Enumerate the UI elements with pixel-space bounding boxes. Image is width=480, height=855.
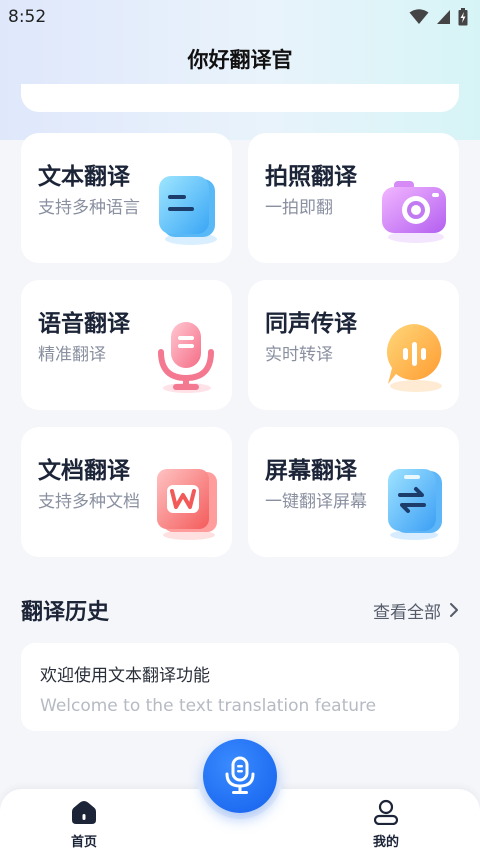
nav-home-label: 首页 — [70, 835, 97, 850]
view-all-label: 查看全部 — [373, 602, 441, 623]
nav-mine[interactable]: 我的 — [364, 799, 408, 850]
banner-card[interactable] — [21, 84, 459, 112]
feature-subtitle: 一拍即翻 — [265, 198, 333, 218]
feature-card-voice-translate[interactable]: 语音翻译 精准翻译 — [21, 280, 232, 410]
nav-mine-label: 我的 — [372, 835, 399, 850]
feature-title: 文本翻译 — [38, 164, 130, 190]
feature-subtitle: 精准翻译 — [38, 345, 106, 365]
feature-subtitle: 支持多种语言 — [38, 198, 140, 218]
feature-title: 语音翻译 — [38, 311, 130, 337]
microphone-icon — [225, 756, 255, 794]
nav-home[interactable]: 首页 — [62, 799, 106, 850]
chevron-right-icon — [450, 603, 458, 617]
feature-subtitle: 一键翻译屏幕 — [265, 492, 367, 512]
feature-subtitle: 支持多种文档 — [38, 492, 140, 512]
user-icon — [373, 799, 399, 825]
view-all-link[interactable]: 查看全部 — [373, 598, 459, 623]
status-time: 8:52 — [8, 7, 47, 27]
microphone-icon — [158, 322, 214, 393]
signal-icon — [437, 10, 450, 24]
history-title: 翻译历史 — [21, 600, 110, 625]
feature-subtitle: 实时转译 — [265, 345, 333, 365]
phone-swap-icon — [388, 469, 442, 540]
voice-input-button[interactable] — [203, 739, 277, 813]
home-icon — [72, 801, 96, 824]
history-source-text: 欢迎使用文本翻译功能 — [40, 666, 210, 686]
history-item[interactable]: 欢迎使用文本翻译功能 Welcome to the text translati… — [21, 643, 459, 731]
history-header: 翻译历史 查看全部 — [21, 592, 459, 628]
feature-title: 同声传译 — [265, 311, 357, 337]
text-document-icon — [159, 176, 217, 245]
feature-title: 屏幕翻译 — [265, 458, 357, 484]
feature-title: 文档翻译 — [38, 458, 130, 484]
battery-icon — [458, 8, 468, 26]
wifi-icon — [409, 9, 429, 24]
camera-icon — [382, 181, 446, 243]
sound-wave-bubble-icon — [386, 324, 442, 392]
feature-card-photo-translate[interactable]: 拍照翻译 一拍即翻 — [248, 133, 459, 263]
feature-card-screen-translate[interactable]: 屏幕翻译 一键翻译屏幕 — [248, 427, 459, 557]
feature-card-document-translate[interactable]: 文档翻译 支持多种文档 — [21, 427, 232, 557]
history-target-text: Welcome to the text translation feature — [40, 696, 377, 716]
feature-card-simultaneous-interpret[interactable]: 同声传译 实时转译 — [248, 280, 459, 410]
word-document-icon — [157, 469, 217, 540]
status-bar: 8:52 — [0, 0, 480, 34]
page-title: 你好翻译官 — [187, 48, 293, 72]
status-icons — [409, 8, 468, 26]
feature-title: 拍照翻译 — [265, 164, 357, 190]
feature-card-text-translate[interactable]: 文本翻译 支持多种语言 — [21, 133, 232, 263]
